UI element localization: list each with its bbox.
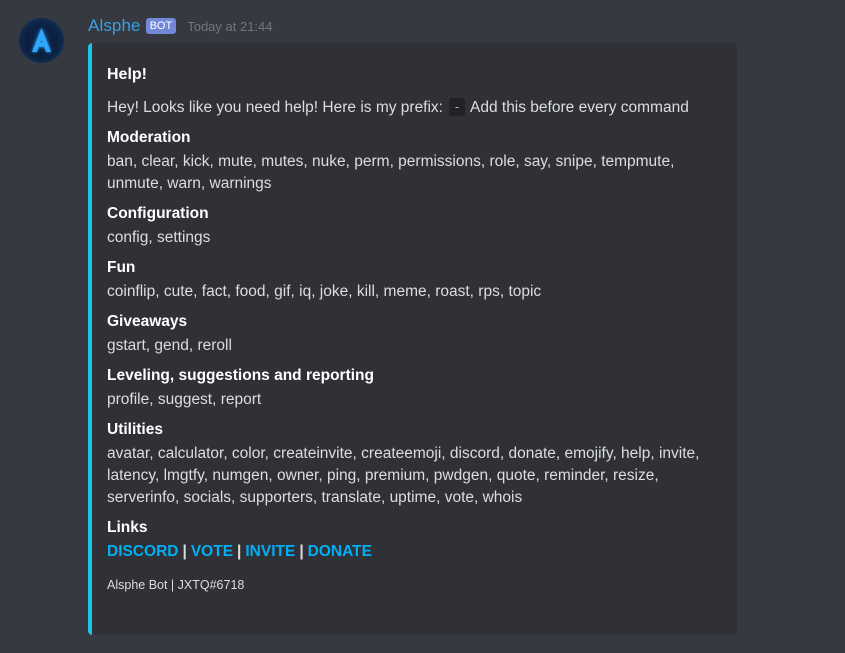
letter-a-logo-icon [32,28,51,52]
embed-content: Help! Hey! Looks like you need help! Her… [107,65,723,593]
field-leveling: Leveling, suggestions and reporting prof… [107,365,723,411]
field-links: Links DISCORD | VOTE | INVITE | DONATE [107,517,723,563]
field-name: Fun [107,259,136,276]
field-fun: Fun coinflip, cute, fact, food, gif, iq,… [107,257,723,303]
author-name[interactable]: Alsphe [88,16,141,36]
field-value: coinflip, cute, fact, food, gif, iq, jok… [107,283,542,300]
description-text-end: Add this before every command [470,99,689,116]
vote-link[interactable]: VOTE [191,543,233,560]
avatar[interactable] [19,18,64,63]
link-separator: | [237,543,242,560]
chat-message: Alsphe BOT Today at 21:44 Help! Hey! Loo… [0,0,845,653]
message-header: Alsphe BOT Today at 21:44 [88,14,273,38]
bot-tag: BOT [145,18,177,34]
donate-link[interactable]: DONATE [308,543,372,560]
embed-footer: Alsphe Bot | JXTQ#6718 [107,578,245,592]
field-value: profile, suggest, report [107,391,262,408]
link-separator: | [299,543,304,560]
field-value: ban, clear, kick, mute, mutes, nuke, per… [107,153,675,192]
field-name: Moderation [107,129,191,146]
field-value: config, settings [107,229,211,246]
links-row: DISCORD | VOTE | INVITE | DONATE [107,541,723,563]
message-timestamp[interactable]: Today at 21:44 [187,19,272,34]
field-configuration: Configuration config, settings [107,203,723,249]
embed-accent-bar [88,43,92,635]
field-value: gstart, gend, reroll [107,337,232,354]
field-value: avatar, calculator, color, createinvite,… [107,445,700,506]
field-name: Configuration [107,205,209,222]
field-moderation: Moderation ban, clear, kick, mute, mutes… [107,127,723,195]
field-name: Giveaways [107,313,188,330]
field-utilities: Utilities avatar, calculator, color, cre… [107,419,723,509]
invite-link[interactable]: INVITE [245,543,295,560]
discord-link[interactable]: DISCORD [107,543,178,560]
field-giveaways: Giveaways gstart, gend, reroll [107,311,723,357]
link-separator: | [182,543,187,560]
field-name: Utilities [107,421,163,438]
help-embed: Help! Hey! Looks like you need help! Her… [88,43,737,635]
field-name: Leveling, suggestions and reporting [107,367,374,384]
embed-description: Hey! Looks like you need help! Here is m… [107,97,723,119]
description-text: Hey! Looks like you need help! Here is m… [107,99,443,116]
prefix-code: - [449,98,465,116]
embed-title: Help! [107,66,147,83]
field-name: Links [107,519,148,536]
